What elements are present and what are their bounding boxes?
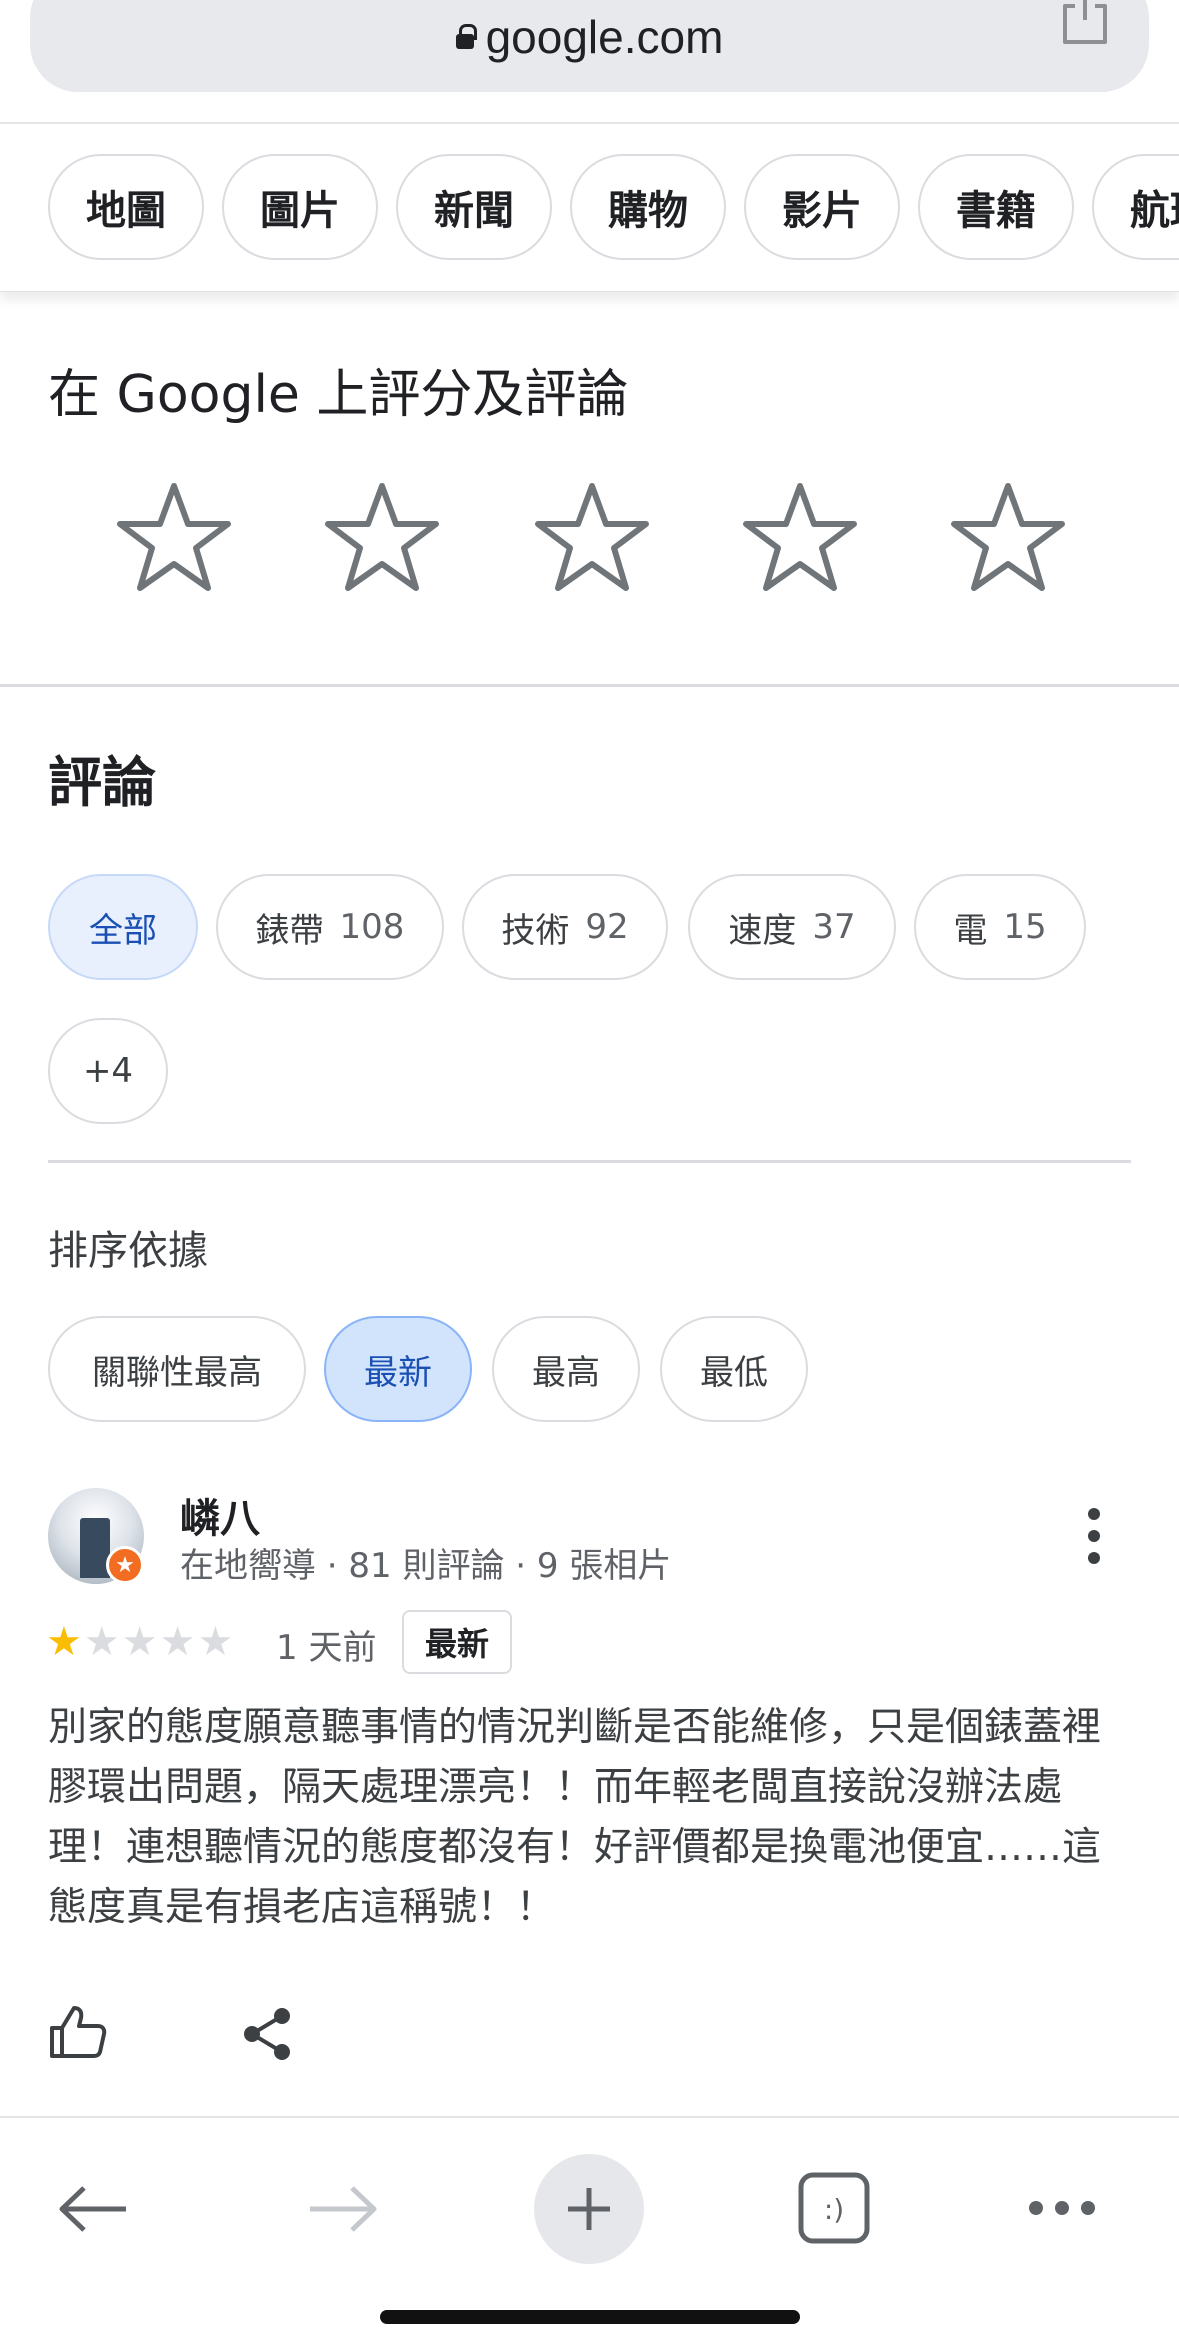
- url-text: google.com: [485, 11, 724, 63]
- share-icon[interactable]: [240, 2006, 296, 2062]
- topic-label: 速度: [728, 910, 797, 951]
- back-arrow-icon[interactable]: [56, 2184, 132, 2234]
- topic-chip[interactable]: 技術 92: [462, 874, 668, 980]
- topic-label: 電: [953, 910, 988, 951]
- topic-label: 錶帶: [255, 910, 324, 951]
- rate-star-icon[interactable]: [114, 478, 234, 598]
- section-divider: [0, 684, 1179, 687]
- topic-chip[interactable]: 速度 37: [688, 874, 896, 980]
- rate-section-title: 在 Google 上評分及評論: [48, 365, 629, 425]
- filter-divider: [48, 1160, 1131, 1163]
- svg-text::): :): [824, 2193, 844, 2226]
- address-bar[interactable]: google.com: [30, 0, 1149, 92]
- topic-chip[interactable]: 全部: [48, 874, 198, 980]
- sort-chip[interactable]: 最新: [324, 1316, 472, 1422]
- lock-icon: [455, 24, 477, 49]
- topic-count: 108: [339, 907, 405, 947]
- sort-chip[interactable]: 關聯性最高: [48, 1316, 306, 1422]
- rate-star-icon[interactable]: [740, 478, 860, 598]
- topic-label: +4: [82, 1051, 134, 1091]
- review-time: 1 天前: [276, 1628, 377, 1668]
- topic-chip[interactable]: 錶帶 108: [216, 874, 444, 980]
- topic-chip[interactable]: 電 15: [914, 874, 1086, 980]
- topic-count: 37: [812, 907, 856, 947]
- new-tab-button[interactable]: [534, 2154, 644, 2264]
- category-chip[interactable]: 影片: [744, 154, 900, 260]
- filled-star-icon: ★: [46, 1619, 82, 1665]
- rate-star-icon[interactable]: [532, 478, 652, 598]
- topic-label: 技術: [501, 910, 570, 951]
- more-menu-icon[interactable]: [1026, 2196, 1098, 2220]
- rate-star-icon[interactable]: [948, 478, 1068, 598]
- reviewer-name[interactable]: 嶙八: [180, 1486, 260, 1544]
- review-text: 別家的態度願意聽事情的情況判斷是否能維修，只是個錶蓋裡膠環出問題，隔天處理漂亮！…: [48, 1705, 1102, 1930]
- category-chip[interactable]: 航班: [1092, 154, 1179, 260]
- sort-label: 排序依據: [48, 1228, 208, 1274]
- url-display[interactable]: google.com: [30, 10, 1149, 64]
- reviewer-meta: 在地嚮導 · 81 則評論 · 9 張相片: [180, 1546, 672, 1586]
- home-indicator: [380, 2310, 800, 2324]
- share-icon[interactable]: [1057, 0, 1113, 46]
- sort-chip[interactable]: 最高: [492, 1316, 640, 1422]
- category-chip[interactable]: 新聞: [396, 154, 552, 260]
- new-badge: 最新: [402, 1610, 512, 1674]
- local-guide-badge-icon: ★: [106, 1546, 144, 1584]
- empty-star-icon: ★: [197, 1619, 234, 1665]
- thumbs-up-icon[interactable]: [48, 2002, 108, 2062]
- sort-chip[interactable]: 最低: [660, 1316, 808, 1422]
- topic-label: 全部: [89, 910, 157, 951]
- empty-star-icon: ★: [121, 1619, 158, 1665]
- forward-arrow-icon[interactable]: [304, 2184, 380, 2234]
- category-chip[interactable]: 圖片: [222, 154, 378, 260]
- category-chip[interactable]: 地圖: [48, 154, 204, 260]
- empty-star-icon: ★: [83, 1619, 120, 1665]
- more-options-icon[interactable]: [1080, 1508, 1110, 1564]
- plus-icon: [568, 2188, 610, 2230]
- tab-switcher-icon[interactable]: :): [798, 2172, 870, 2244]
- reviews-title: 評論: [48, 751, 156, 814]
- topic-count: 92: [585, 907, 629, 947]
- empty-star-icon: ★: [159, 1619, 196, 1665]
- search-category-bar: 地圖圖片新聞購物影片書籍航班: [0, 124, 1179, 292]
- topic-chip[interactable]: +4: [48, 1018, 168, 1124]
- category-chip[interactable]: 購物: [570, 154, 726, 260]
- rate-star-icon[interactable]: [322, 478, 442, 598]
- review-rating: ★ ★ ★ ★ ★: [46, 1618, 233, 1666]
- category-chip[interactable]: 書籍: [918, 154, 1074, 260]
- topic-count: 15: [1003, 907, 1047, 947]
